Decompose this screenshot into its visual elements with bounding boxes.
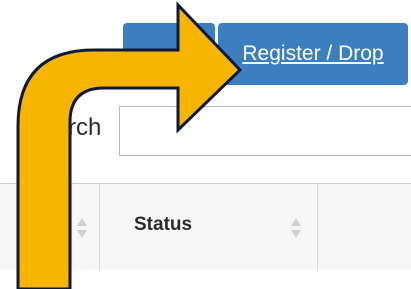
curved-arrow-icon — [16, 1, 243, 289]
